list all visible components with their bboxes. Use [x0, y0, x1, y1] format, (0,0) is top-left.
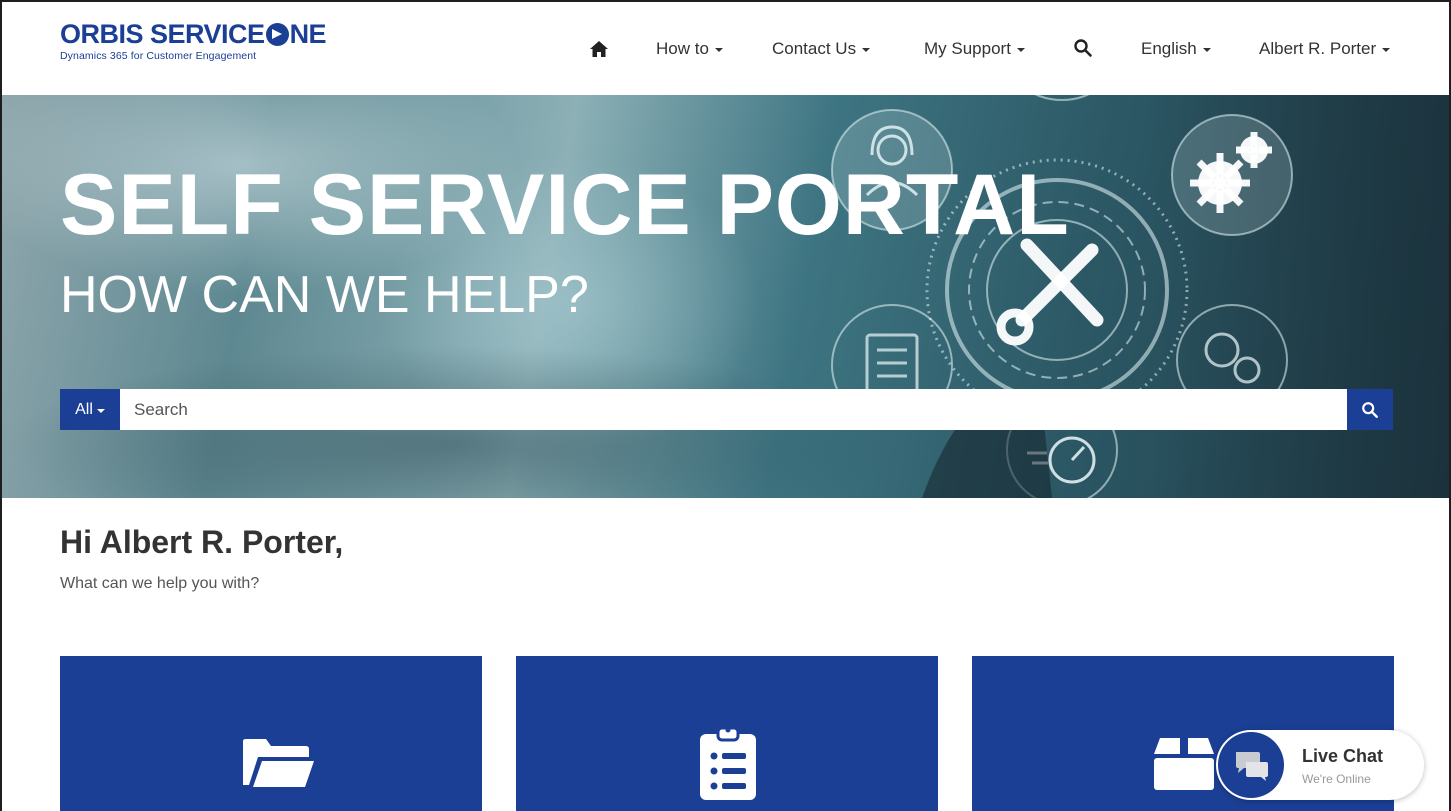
hero-title: SELF SERVICE PORTAL: [60, 157, 1070, 253]
tile-cases[interactable]: [516, 656, 938, 811]
brand-name-part1: ORBIS SERVICE: [60, 19, 265, 49]
tile-knowledge-base[interactable]: [60, 656, 482, 811]
hero-subtitle: HOW CAN WE HELP?: [60, 266, 589, 324]
brand-tagline: Dynamics 365 for Customer Engagement: [60, 50, 257, 62]
home-icon[interactable]: [589, 39, 609, 59]
live-chat-title: Live Chat: [1302, 746, 1384, 766]
hero-banner: SELF SERVICE PORTAL HOW CAN WE HELP? All: [2, 95, 1449, 498]
folder-open-icon: [243, 739, 314, 787]
chevron-down-icon: [1382, 48, 1391, 52]
search-filter-dropdown[interactable]: All: [60, 389, 120, 430]
live-chat-status: We're Online: [1302, 772, 1371, 786]
browser-frame: ORBIS SERVICE NE Dynamics 365 for Custom…: [0, 0, 1451, 811]
box-icon: [1154, 738, 1214, 790]
search-icon: [1362, 401, 1378, 418]
clipboard-list-icon: [700, 726, 756, 800]
nav-language-label: English: [1141, 39, 1197, 58]
brand-logo[interactable]: ORBIS SERVICE NE Dynamics 365 for Custom…: [60, 19, 327, 62]
search-filter-label: All: [75, 400, 93, 418]
search-icon[interactable]: [1073, 38, 1093, 58]
brand-name: ORBIS SERVICE NE: [60, 19, 327, 49]
live-chat-widget[interactable]: Live Chat We're Online: [1216, 730, 1424, 800]
nav-my-support-label: My Support: [924, 39, 1011, 58]
nav-user-menu[interactable]: Albert R. Porter: [1259, 29, 1391, 69]
nav-user-name: Albert R. Porter: [1259, 39, 1377, 58]
nav-how-to[interactable]: How to: [656, 29, 723, 69]
nav-my-support[interactable]: My Support: [924, 29, 1025, 69]
chevron-down-icon: [96, 408, 105, 413]
search-bar: All: [60, 389, 1393, 430]
chat-avatar: [1218, 732, 1284, 798]
greeting-subtitle: What can we help you with?: [60, 575, 260, 592]
chat-bubbles-icon: [1236, 752, 1268, 781]
greeting-title: Hi Albert R. Porter,: [60, 524, 344, 560]
nav-contact-us-label: Contact Us: [772, 39, 857, 58]
search-input[interactable]: [120, 389, 1347, 430]
chevron-down-icon: [1016, 48, 1025, 52]
brand-play-icon: [265, 22, 289, 46]
search-submit-button[interactable]: [1347, 389, 1393, 430]
chevron-down-icon: [714, 48, 723, 52]
nav-contact-us[interactable]: Contact Us: [772, 29, 871, 69]
nav-how-to-label: How to: [656, 39, 709, 58]
brand-name-part2: NE: [289, 19, 327, 49]
site-header: ORBIS SERVICE NE Dynamics 365 for Custom…: [2, 2, 1449, 95]
nav-language[interactable]: English: [1141, 29, 1211, 69]
chevron-down-icon: [862, 48, 871, 52]
chevron-down-icon: [1202, 48, 1211, 52]
